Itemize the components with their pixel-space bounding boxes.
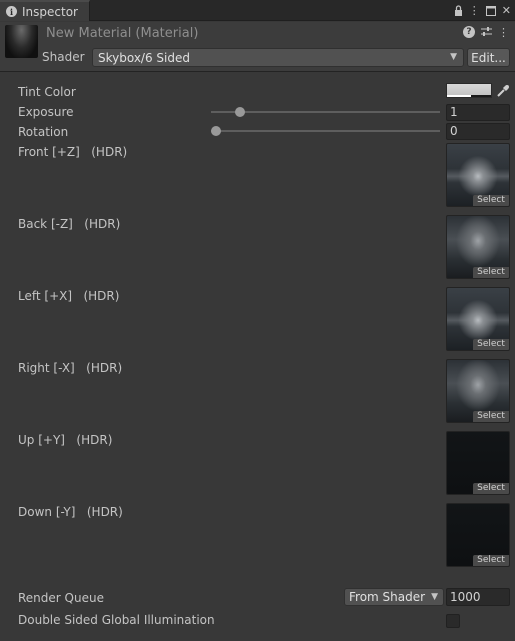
back-texture-select-button[interactable]: Select [473,267,509,278]
up-texture-slot[interactable]: Select [446,431,510,495]
tint-color-swatch[interactable] [446,83,492,98]
maximize-icon[interactable] [485,5,496,16]
double-sided-gi-label: Double Sided Global Illumination [18,613,215,627]
double-sided-gi-checkbox[interactable] [446,614,460,628]
down-texture-label: Down [-Y] (HDR) [18,505,123,519]
chevron-down-icon: ▼ [450,52,457,62]
tint-color-label: Tint Color [18,85,76,99]
context-menu-icon[interactable]: ⋮ [498,26,509,40]
exposure-label: Exposure [18,105,74,119]
rotation-slider-track[interactable] [211,130,440,132]
render-queue-field[interactable]: 1000 [446,588,510,606]
inspector-tab-label: Inspector [22,4,78,19]
render-queue-dropdown[interactable]: From Shader ▼ [344,588,444,606]
down-texture-select-button[interactable]: Select [473,555,509,566]
lock-icon[interactable] [454,5,463,16]
shader-dropdown-value: Skybox/6 Sided [98,50,190,65]
inspector-tab[interactable]: i Inspector [0,0,90,21]
front-texture-slot[interactable]: Select [446,143,510,207]
info-icon: i [6,6,17,17]
exposure-slider-track[interactable] [211,111,440,113]
right-texture-label: Right [-X] (HDR) [18,361,123,375]
up-texture-label: Up [+Y] (HDR) [18,433,113,447]
right-texture-select-button[interactable]: Select [473,411,509,422]
preset-icon[interactable] [481,26,492,40]
right-texture-slot[interactable]: Select [446,359,510,423]
inspector-tab-bar: i Inspector ⋮ ✕ [0,0,515,21]
material-name: New Material (Material) [46,26,199,41]
down-texture-slot[interactable]: Select [446,503,510,567]
up-texture-select-button[interactable]: Select [473,483,509,494]
left-texture-label: Left [+X] (HDR) [18,289,120,303]
header-icons: ? ⋮ [463,26,509,40]
front-texture-select-button[interactable]: Select [473,195,509,206]
back-texture-label: Back [-Z] (HDR) [18,217,121,231]
exposure-field[interactable]: 1 [446,104,510,121]
rotation-field[interactable]: 0 [446,123,510,140]
exposure-slider-thumb[interactable] [234,107,245,117]
rotation-label: Rotation [18,125,69,139]
left-texture-select-button[interactable]: Select [473,339,509,350]
shader-label: Shader [42,50,85,64]
left-texture-slot[interactable]: Select [446,287,510,351]
rotation-slider-thumb[interactable] [211,126,221,136]
front-texture-label: Front [+Z] (HDR) [18,145,128,159]
tab-window-controls: ⋮ ✕ [454,2,511,19]
eyedropper-icon[interactable] [496,84,510,98]
close-icon[interactable]: ✕ [502,2,511,19]
shader-dropdown[interactable]: Skybox/6 Sided ▼ [92,48,464,67]
material-preview-thumbnail [5,25,38,58]
back-texture-slot[interactable]: Select [446,215,510,279]
more-options-icon[interactable]: ⋮ [469,2,480,19]
render-queue-mode: From Shader [349,590,426,604]
help-icon[interactable]: ? [463,26,475,38]
render-queue-label: Render Queue [18,591,104,605]
edit-shader-button[interactable]: Edit... [467,48,510,67]
chevron-down-icon: ▼ [431,592,438,602]
material-header: New Material (Material) ? ⋮ Shader Skybo… [0,22,515,72]
